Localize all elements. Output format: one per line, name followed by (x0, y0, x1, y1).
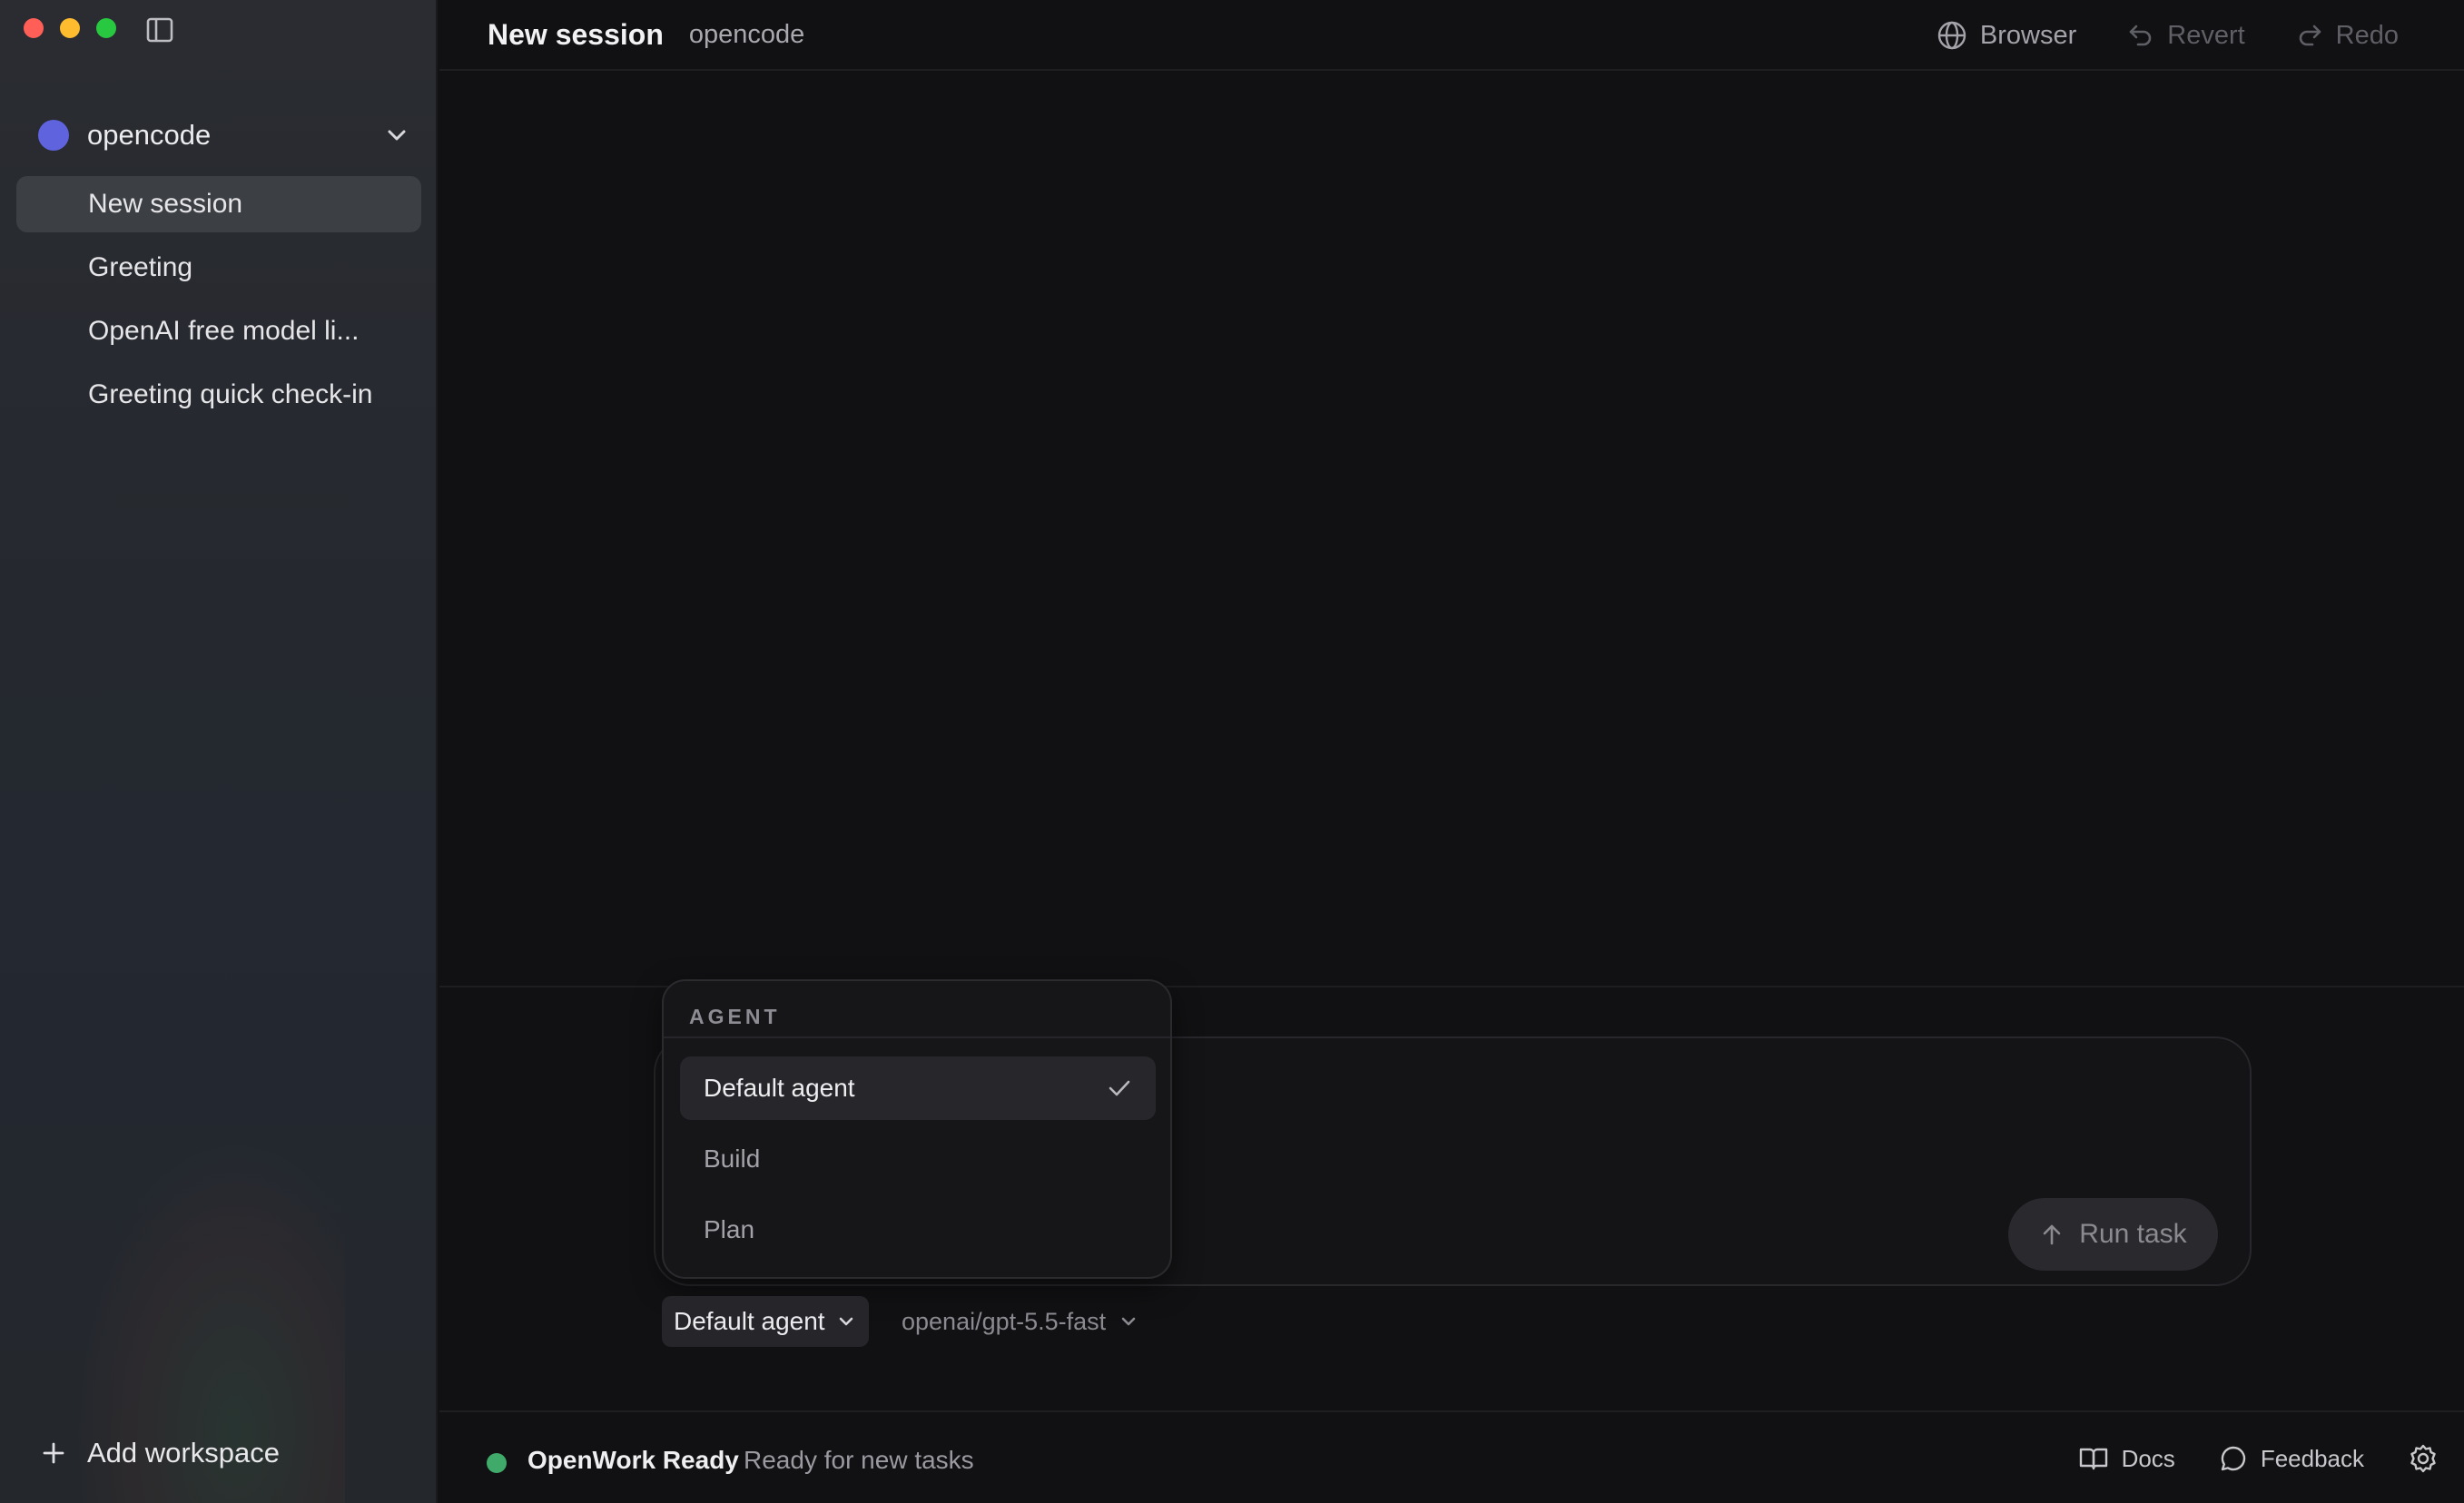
agent-select[interactable]: Default agent (662, 1296, 869, 1347)
session-item[interactable]: Greeting quick check-in (16, 367, 421, 423)
browser-button[interactable]: Browser (1937, 20, 2076, 51)
add-workspace-label: Add workspace (87, 1437, 280, 1469)
docs-label: Docs (2121, 1444, 2175, 1472)
undo-icon (2129, 25, 2152, 46)
settings-button[interactable] (2408, 1443, 2451, 1474)
run-task-button[interactable]: Run task (2008, 1198, 2218, 1271)
agent-dropdown-heading: AGENT (689, 1005, 781, 1028)
status-text: Ready for new tasks (744, 1446, 974, 1474)
session-item[interactable]: OpenAI free model li... (16, 303, 421, 359)
window-controls (24, 18, 116, 38)
model-select-label: openai/gpt-5.5-fast (902, 1307, 1107, 1335)
check-icon (1109, 1080, 1130, 1096)
conversation-area (439, 73, 2464, 986)
window-minimize-button[interactable] (60, 18, 80, 38)
status-bar: OpenWork Ready Ready for new tasks Docs … (439, 1410, 2464, 1503)
globe-icon (1937, 21, 1966, 50)
workspace-name: opencode (87, 119, 212, 151)
status-actions: Docs Feedback (2078, 1412, 2451, 1503)
status-indicator (487, 1453, 507, 1473)
sidebar-toggle-icon[interactable] (145, 16, 174, 44)
page-title: New session (488, 17, 664, 51)
status-title: OpenWork Ready (527, 1446, 739, 1474)
top-bar: New session opencode Browser Revert Redo (439, 0, 2464, 71)
run-task-label: Run task (2079, 1219, 2187, 1249)
feedback-button[interactable]: Feedback (2219, 1444, 2364, 1473)
agent-option-label: Plan (704, 1215, 755, 1243)
page-subtitle: opencode (688, 19, 805, 49)
session-list: New session Greeting OpenAI free model l… (16, 176, 421, 430)
docs-button[interactable]: Docs (2078, 1445, 2175, 1473)
arrow-up-icon (2043, 1224, 2061, 1245)
divider (664, 1036, 1170, 1038)
agent-option-label: Build (704, 1144, 761, 1173)
agent-select-label: Default agent (674, 1307, 825, 1335)
revert-label: Revert (2167, 20, 2245, 50)
plus-icon (40, 1439, 67, 1467)
book-icon (2079, 1448, 2107, 1470)
header-actions: Browser Revert Redo (1937, 0, 2399, 71)
session-item[interactable]: New session (16, 176, 421, 232)
redo-label: Redo (2335, 20, 2399, 50)
workspace-avatar (38, 120, 69, 151)
feedback-label: Feedback (2260, 1444, 2364, 1472)
agent-dropdown-menu: AGENT Default agent Build Plan (662, 979, 1172, 1279)
agent-option-build[interactable]: Build (680, 1127, 1156, 1191)
sidebar: opencode New session Greeting OpenAI fre… (0, 0, 438, 1503)
window-zoom-button[interactable] (96, 18, 116, 38)
add-workspace-button[interactable]: Add workspace (40, 1437, 280, 1469)
session-item[interactable]: Greeting (16, 240, 421, 296)
message-circle-icon (2221, 1446, 2245, 1471)
agent-option-plan[interactable]: Plan (680, 1198, 1156, 1262)
model-select[interactable]: openai/gpt-5.5-fast (902, 1296, 1138, 1347)
chevron-down-icon[interactable] (383, 122, 410, 149)
window-close-button[interactable] (24, 18, 44, 38)
revert-button[interactable]: Revert (2127, 20, 2245, 51)
redo-button[interactable]: Redo (2296, 21, 2399, 51)
gear-icon (2410, 1444, 2436, 1473)
workspace-selector[interactable]: opencode (38, 114, 410, 156)
browser-label: Browser (1979, 20, 2077, 50)
chevron-down-icon (839, 1317, 853, 1326)
agent-option-default[interactable]: Default agent (680, 1056, 1156, 1120)
redo-icon (2299, 25, 2321, 46)
agent-option-label: Default agent (704, 1074, 855, 1102)
chevron-down-icon (1121, 1317, 1136, 1326)
